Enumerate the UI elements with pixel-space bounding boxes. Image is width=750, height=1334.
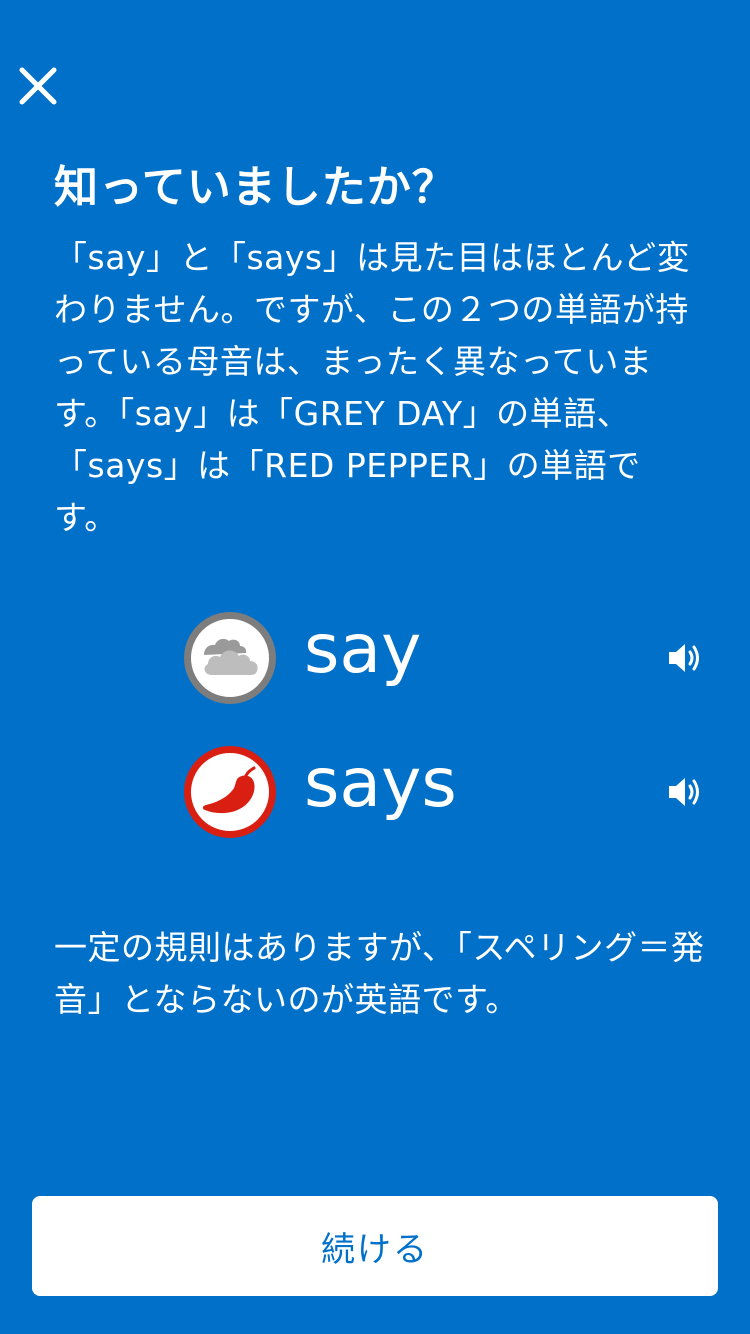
close-button[interactable]	[14, 62, 62, 110]
page-title: 知っていましたか？	[54, 162, 457, 213]
note-text: 一定の規則はありますが、「スペリング＝発音」とならないのが英語です。	[54, 928, 705, 1019]
speaker-icon	[669, 778, 699, 806]
word-row-says: says	[184, 744, 714, 840]
red-pepper-badge	[184, 746, 276, 838]
word-says: says	[304, 744, 457, 823]
explanation-text: 「say」と「says」は見た目はほとんど変わりません。ですが、この２つの単語が…	[54, 238, 691, 537]
play-audio-button-says[interactable]	[666, 774, 706, 810]
word-say: say	[304, 610, 422, 689]
play-audio-button-say[interactable]	[666, 640, 706, 676]
main-content: 知っていましたか？ 「say」と「says」は見た目はほとんど変わりません。です…	[54, 158, 704, 544]
close-icon	[19, 67, 57, 105]
chili-pepper-icon	[202, 766, 256, 814]
grey-day-badge	[184, 612, 276, 704]
continue-button[interactable]: 続ける	[32, 1196, 718, 1296]
word-row-say: say	[184, 610, 714, 706]
speaker-icon	[669, 644, 699, 672]
cloud-icon	[204, 638, 258, 675]
